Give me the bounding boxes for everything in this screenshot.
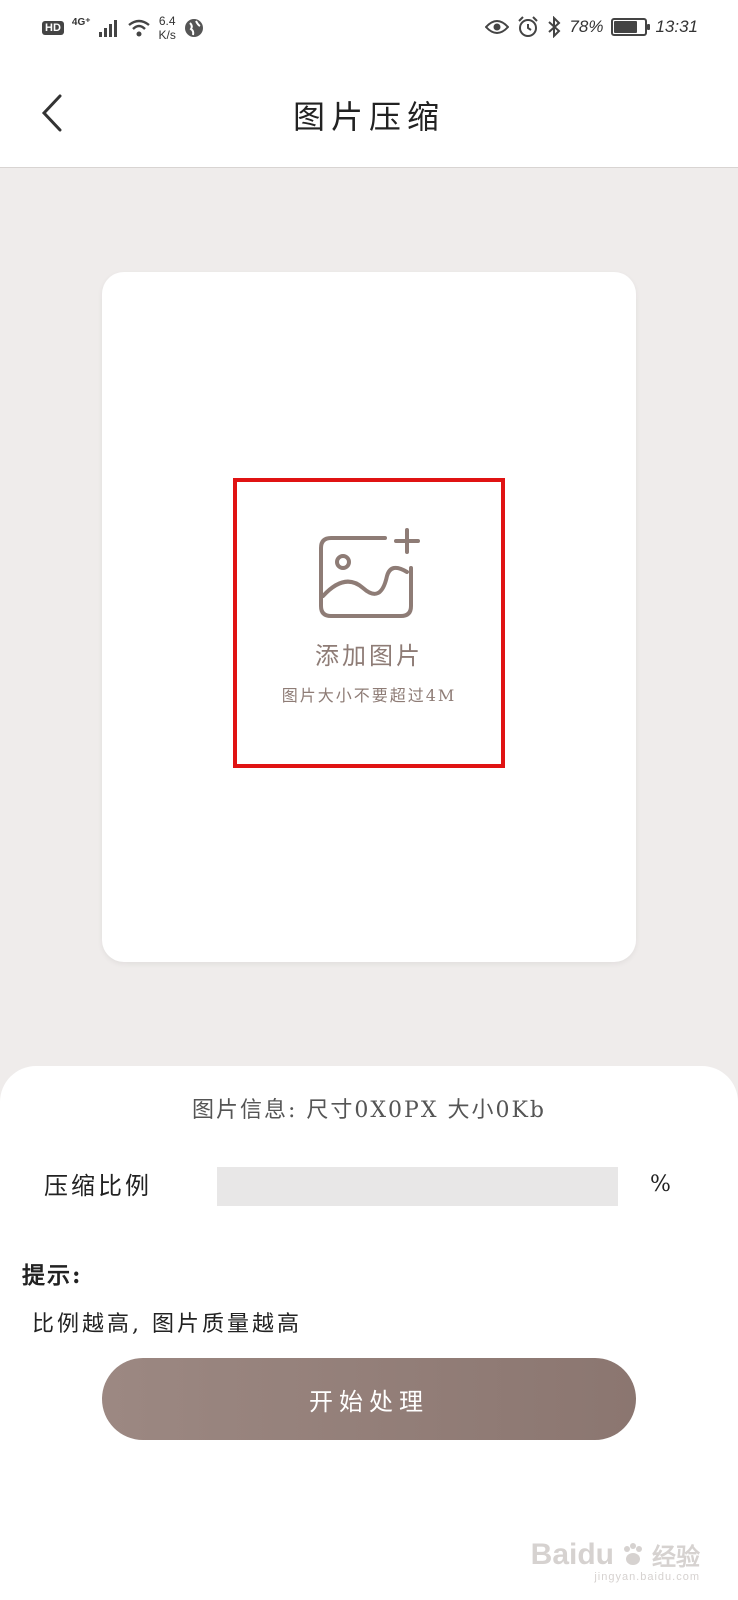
add-image-label: 添加图片 <box>315 642 423 670</box>
percent-sign: % <box>650 1172 671 1197</box>
network-type: 4G⁺ <box>71 16 91 28</box>
bluetooth-icon <box>548 16 561 38</box>
alarm-icon <box>518 16 539 37</box>
wifi-icon <box>127 19 150 37</box>
compression-ratio-label: 压缩比例 <box>44 1172 152 1200</box>
status-bar: HD 4G⁺ 6.4 K/s 78% 13:31 <box>0 0 738 58</box>
tips-title: 提示: <box>22 1262 83 1289</box>
image-info: 图片信息: 尺寸0X0PX 大小0Kb <box>191 1098 547 1123</box>
add-image-button[interactable]: 添加图片 图片大小不要超过4M <box>233 478 505 768</box>
network-speed: 6.4 K/s <box>159 14 176 42</box>
watermark-cn: 经验 <box>652 1544 700 1571</box>
start-processing-button[interactable]: 开始处理 <box>102 1358 636 1440</box>
battery-fill <box>614 21 638 33</box>
eye-icon <box>485 20 510 34</box>
signal-icon <box>98 20 117 37</box>
status-right: 78% 13:31 <box>485 16 698 38</box>
page-title: 图片压缩 <box>292 98 445 136</box>
image-preview-card: 添加图片 图片大小不要超过4M <box>102 272 636 962</box>
compression-ratio-input[interactable] <box>217 1167 618 1206</box>
add-image-hint: 图片大小不要超过4M <box>281 686 457 705</box>
tips-text: 比例越高, 图片质量越高 <box>32 1312 302 1337</box>
add-image-icon <box>319 528 420 618</box>
settings-panel: 图片信息: 尺寸0X0PX 大小0Kb 压缩比例 % 提示: 比例越高, 图片质… <box>0 1066 738 1600</box>
speed-unit: K/s <box>158 28 176 42</box>
paw-icon <box>624 1542 642 1565</box>
title-bar: 图片压缩 <box>0 58 738 168</box>
watermark-brand: Baidu <box>530 1537 614 1571</box>
clock-time: 13:31 <box>655 17 698 36</box>
hd-badge: HD <box>42 21 64 35</box>
speed-value: 6.4 <box>158 14 176 28</box>
status-left: HD 4G⁺ 6.4 K/s <box>42 14 204 42</box>
battery-percent: 78% <box>569 17 604 36</box>
watermark-url: jingyan.baidu.com <box>594 1571 700 1583</box>
baidu-watermark: Baidu 经验 jingyan.baidu.com <box>530 1537 700 1584</box>
battery-icon <box>611 18 651 36</box>
globe-icon <box>184 19 203 37</box>
